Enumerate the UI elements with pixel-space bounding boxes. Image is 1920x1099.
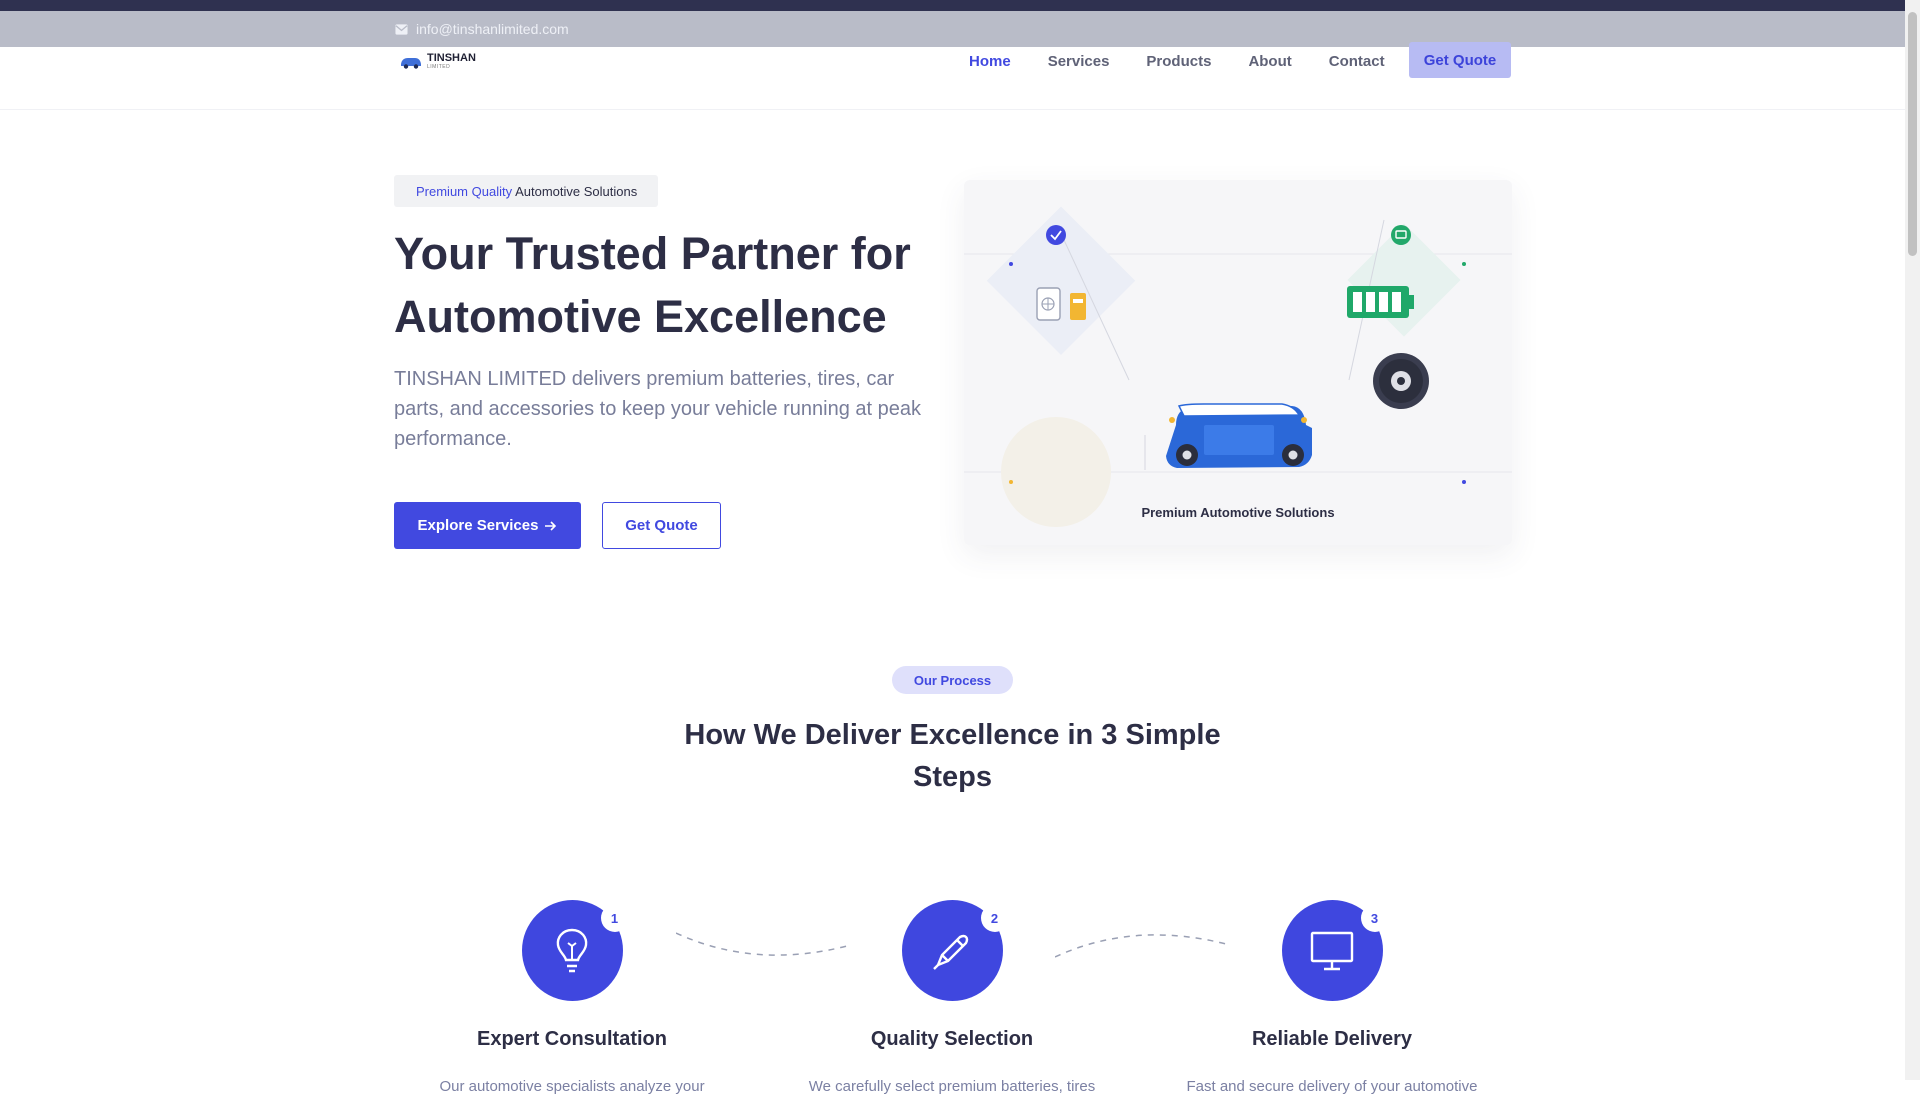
step-1-description: Our automotive specialists analyze your	[439, 1078, 705, 1095]
page-scrollbar[interactable]	[1905, 0, 1920, 1080]
badge-text: Automotive Solutions	[515, 183, 638, 199]
nav-menu: Home Services Products About Contact	[969, 49, 1422, 73]
badge-icon	[1391, 225, 1411, 245]
top-stripe	[0, 0, 1905, 11]
step-3-circle: 3	[1281, 900, 1389, 1001]
check-icon	[1046, 225, 1066, 245]
step-2-number: 2	[980, 904, 1009, 932]
process-title: How We Deliver Excellence in 3 Simple St…	[684, 719, 1221, 793]
badge-highlight: Premium Quality	[416, 183, 513, 199]
nav-get-quote-button[interactable]: Get Quote	[1409, 42, 1511, 78]
step-1-number: 1	[600, 904, 629, 932]
brand-logo[interactable]: TINSHAN LIMITED	[399, 51, 476, 71]
process-step-3: 3 Reliable Delivery Fast and secure deli…	[1142, 900, 1522, 1099]
contact-email[interactable]: info@tinshanlimited.com	[395, 11, 569, 47]
illustration-caption: Premium Automotive Solutions	[1141, 505, 1335, 520]
hero-badge: Premium Quality Automotive Solutions	[394, 175, 658, 207]
hero-description: TINSHAN LIMITED delivers premium batteri…	[394, 368, 921, 450]
process-step-1: 1 Expert Consultation Our automotive spe…	[382, 900, 762, 1099]
scrollbar-thumb[interactable]	[1908, 12, 1917, 256]
pencil-icon	[933, 934, 969, 970]
step-1-title: Expert Consultation	[476, 1028, 667, 1050]
process-badge: Our Process	[892, 666, 1013, 694]
monitor-icon	[1310, 931, 1354, 970]
step-1-circle: 1	[521, 900, 629, 1001]
main-navbar: TINSHAN LIMITED Home Services Products A…	[0, 42, 1905, 110]
hero-get-quote-button[interactable]: Get Quote	[602, 502, 721, 549]
car-logo-icon	[401, 58, 421, 69]
nav-home[interactable]: Home	[969, 53, 1011, 70]
brand-name: TINSHAN	[427, 52, 476, 64]
email-text: info@tinshanlimited.com	[416, 21, 569, 37]
step-3-description: Fast and secure delivery of your automot…	[1186, 1078, 1478, 1095]
mail-icon	[395, 23, 408, 35]
top-bar: info@tinshanlimited.com	[0, 11, 1905, 47]
oil-bottle-icon	[1070, 293, 1086, 320]
step-3-number: 3	[1360, 904, 1389, 932]
nav-products[interactable]: Products	[1146, 53, 1211, 70]
brand-sub: LIMITED	[427, 64, 451, 70]
arrow-right-icon	[545, 520, 557, 531]
hero-title: Your Trusted Partner for Automotive Exce…	[394, 228, 911, 342]
explore-services-button[interactable]: Explore Services	[394, 502, 581, 549]
step-3-title: Reliable Delivery	[1251, 1028, 1413, 1050]
step-2-title: Quality Selection	[870, 1028, 1034, 1050]
lightbulb-icon	[556, 928, 588, 972]
step-2-description: We carefully select premium batteries, t…	[808, 1078, 1096, 1095]
process-step-2: 2 Quality Selection We carefully select …	[762, 900, 1142, 1099]
automotive-illustration	[964, 206, 1512, 527]
hero-illustration: Premium Automotive Solutions	[964, 180, 1512, 545]
step-2-circle: 2	[901, 900, 1009, 1001]
nav-contact[interactable]: Contact	[1329, 53, 1385, 70]
nav-services[interactable]: Services	[1048, 53, 1110, 70]
nav-about[interactable]: About	[1248, 53, 1291, 70]
explore-services-label: Explore Services	[417, 517, 539, 534]
